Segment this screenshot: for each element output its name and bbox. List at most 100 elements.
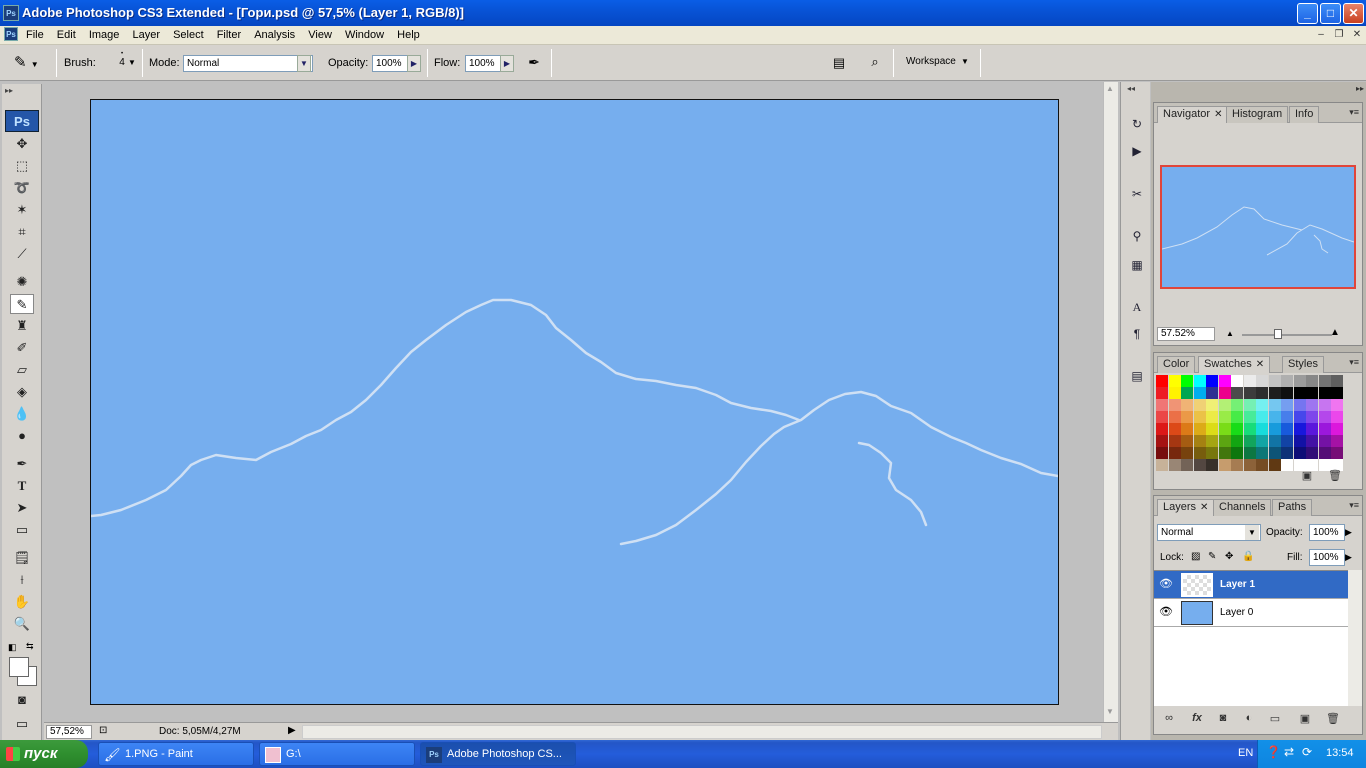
swatch[interactable] <box>1268 435 1281 447</box>
doc-minimize-button[interactable]: – <box>1313 28 1329 42</box>
swatch[interactable] <box>1156 375 1168 387</box>
zoom-field[interactable]: 57,52% <box>46 725 92 739</box>
swatch[interactable] <box>1193 411 1206 423</box>
swatch[interactable] <box>1306 375 1318 387</box>
swatch[interactable] <box>1231 387 1243 399</box>
workspace-menu[interactable]: Workspace <box>906 56 956 67</box>
blur-tool-icon[interactable]: 💧 <box>10 404 34 424</box>
document-icon[interactable]: Ps <box>4 27 18 41</box>
swatch[interactable] <box>1206 423 1218 435</box>
swatch[interactable] <box>1181 375 1193 387</box>
tool-presets-icon[interactable]: ✂ <box>1127 184 1147 204</box>
workspace-dropdown-icon[interactable]: ▼ <box>961 57 969 66</box>
swatch[interactable] <box>1306 387 1318 399</box>
history-panel-icon[interactable]: ↻ <box>1127 114 1147 134</box>
swatch[interactable] <box>1231 399 1243 411</box>
move-tool-icon[interactable]: ✥ <box>10 134 34 154</box>
swatch[interactable] <box>1206 387 1218 399</box>
swatch[interactable] <box>1318 435 1331 447</box>
swatch[interactable] <box>1193 423 1206 435</box>
swatch[interactable] <box>1331 375 1343 387</box>
swatch[interactable] <box>1306 411 1318 423</box>
foreground-color-swatch[interactable] <box>9 657 29 677</box>
taskbar-button-explorer[interactable]: G:\ <box>259 742 415 766</box>
delete-layer-icon[interactable]: 🗑 <box>1324 712 1342 728</box>
slice-tool-icon[interactable]: ⟋ <box>10 244 34 264</box>
zoom-tool-icon[interactable]: 🔍 <box>10 614 34 634</box>
clock[interactable]: 13:54 <box>1326 747 1354 759</box>
swatch[interactable] <box>1206 375 1218 387</box>
photoshop-app-icon[interactable]: Ps <box>3 5 19 21</box>
swatch[interactable] <box>1243 375 1256 387</box>
panel-menu-icon[interactable]: ▾≡ <box>1349 500 1359 511</box>
swatch[interactable] <box>1243 411 1256 423</box>
swatch[interactable] <box>1243 423 1256 435</box>
swatch[interactable] <box>1331 447 1343 459</box>
new-layer-icon[interactable]: ▣ <box>1296 712 1314 728</box>
swatch[interactable] <box>1218 423 1231 435</box>
swatch[interactable] <box>1168 387 1181 399</box>
panel-menu-icon[interactable]: ▾≡ <box>1349 107 1359 118</box>
menu-edit[interactable]: Edit <box>52 27 81 43</box>
swatch[interactable] <box>1206 411 1218 423</box>
swatch[interactable] <box>1318 375 1331 387</box>
swatch[interactable] <box>1156 447 1168 459</box>
swatch[interactable] <box>1168 447 1181 459</box>
bridge-icon[interactable]: ⌕ <box>864 54 886 74</box>
layer-comps-icon[interactable]: ▤ <box>1127 366 1147 386</box>
eyedropper-tool-icon[interactable]: ⟊ <box>10 570 34 590</box>
tab-histogram[interactable]: Histogram <box>1226 106 1289 123</box>
swatch[interactable] <box>1181 435 1193 447</box>
swatch[interactable] <box>1256 447 1268 459</box>
brushes-panel-icon[interactable]: ▦ <box>1127 255 1147 275</box>
swatch[interactable] <box>1268 459 1281 471</box>
swatch[interactable] <box>1293 387 1306 399</box>
taskbar-button-photoshop[interactable]: Ps Adobe Photoshop CS... <box>420 742 576 766</box>
history-brush-tool-icon[interactable]: ✐ <box>10 338 34 358</box>
swatch[interactable] <box>1218 399 1231 411</box>
swatch[interactable] <box>1181 387 1193 399</box>
swatch[interactable] <box>1268 399 1281 411</box>
swatch[interactable] <box>1156 399 1168 411</box>
swatch[interactable] <box>1206 435 1218 447</box>
swatch[interactable] <box>1281 459 1293 471</box>
character-panel-icon[interactable]: A <box>1127 297 1147 317</box>
magic-wand-tool-icon[interactable]: ✶ <box>10 200 34 220</box>
layer-opacity-field[interactable]: 100% <box>1309 524 1345 541</box>
tab-color[interactable]: Color <box>1157 356 1196 373</box>
swatch[interactable] <box>1318 411 1331 423</box>
swatch[interactable] <box>1281 447 1293 459</box>
swatch[interactable] <box>1306 399 1318 411</box>
mode-dropdown-icon[interactable]: ▼ <box>297 55 311 72</box>
swatch[interactable] <box>1256 387 1268 399</box>
menu-layer[interactable]: Layer <box>127 27 165 43</box>
swatch[interactable] <box>1243 459 1256 471</box>
swatch[interactable] <box>1168 399 1181 411</box>
layer-style-icon[interactable]: fx <box>1188 712 1206 728</box>
screen-mode-icon[interactable]: ▭ <box>10 714 34 734</box>
swatch[interactable] <box>1181 411 1193 423</box>
photoshop-logo[interactable]: Ps <box>5 110 39 132</box>
swatch[interactable] <box>1243 387 1256 399</box>
healing-brush-tool-icon[interactable]: ✺ <box>10 272 34 292</box>
swatch[interactable] <box>1318 399 1331 411</box>
swatch[interactable] <box>1243 435 1256 447</box>
zoom-out-icon[interactable]: ▲ <box>1226 329 1234 338</box>
brush-dropdown-icon[interactable]: ▼ <box>128 58 136 67</box>
layer-row[interactable]: 👁 Layer 1 <box>1154 571 1348 599</box>
swatch[interactable] <box>1168 459 1181 471</box>
swatch[interactable] <box>1168 423 1181 435</box>
paint-bucket-tool-icon[interactable]: ◈ <box>10 382 34 402</box>
swatch[interactable] <box>1293 423 1306 435</box>
swatch[interactable] <box>1193 375 1206 387</box>
visibility-eye-icon[interactable]: 👁 <box>1157 575 1175 593</box>
tab-channels[interactable]: Channels <box>1213 499 1272 516</box>
vertical-scrollbar[interactable]: ▲ ▼ <box>1103 82 1118 722</box>
eraser-tool-icon[interactable]: ▱ <box>10 360 34 380</box>
swatch[interactable] <box>1268 387 1281 399</box>
tab-info[interactable]: Info <box>1289 106 1320 123</box>
help-tray-icon[interactable]: ❓ <box>1266 745 1281 759</box>
layers-scrollbar[interactable] <box>1348 570 1362 706</box>
opacity-slider-arrow-icon[interactable]: ▶ <box>407 55 421 72</box>
scroll-down-icon[interactable]: ▼ <box>1106 707 1114 716</box>
